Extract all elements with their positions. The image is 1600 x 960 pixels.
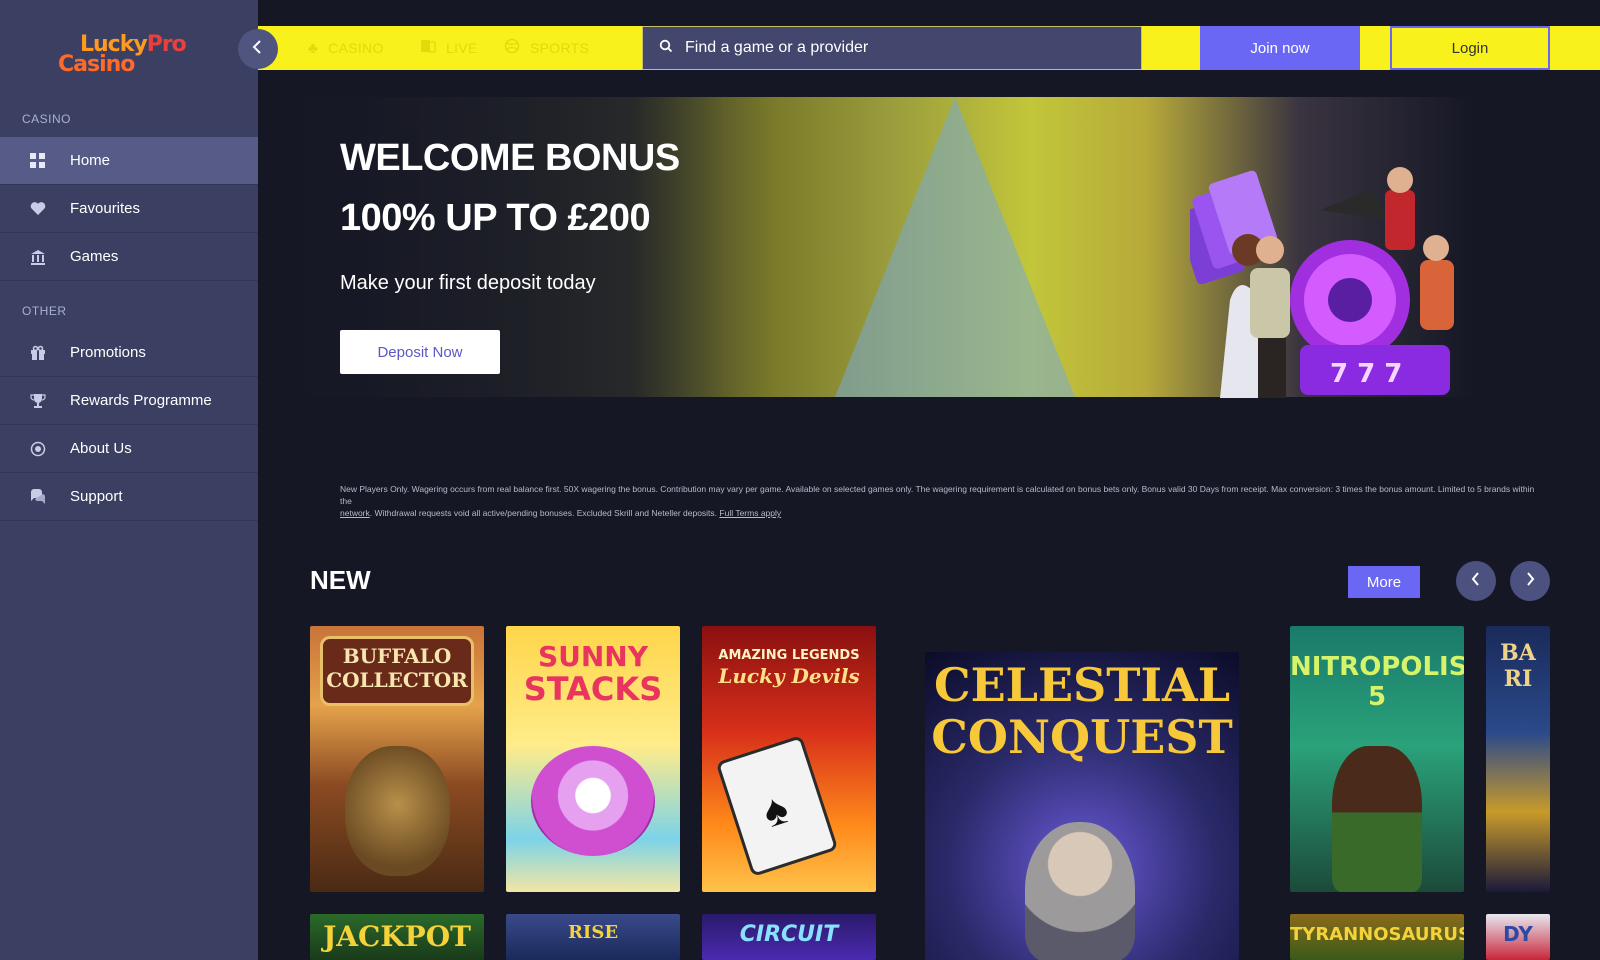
building-icon: [30, 249, 46, 265]
heart-icon: [30, 201, 46, 217]
chevron-left-icon: [252, 39, 264, 59]
banner-subtitle: Make your first deposit today: [340, 272, 596, 294]
tab-sports[interactable]: SPORTS: [504, 26, 589, 70]
chat-icon: [30, 488, 46, 505]
banner-title: WELCOME BONUS 100% UP TO £200: [340, 128, 680, 248]
join-now-button[interactable]: Join now: [1200, 26, 1360, 70]
game-card-lucky-devils[interactable]: AMAZING LEGENDS Lucky Devils ♠: [702, 626, 876, 892]
network-link[interactable]: network: [340, 508, 370, 518]
banner-light-beam: [835, 97, 1075, 397]
banner-title-line1: WELCOME BONUS: [340, 137, 680, 179]
carousel-prev-button[interactable]: [1456, 561, 1496, 601]
ball-icon: [504, 38, 520, 58]
zeus-illustration: [1025, 822, 1135, 960]
full-terms-link[interactable]: Full Terms apply: [719, 508, 781, 518]
banner-characters-illustration: 7 7 7: [1190, 167, 1454, 398]
sidebar-item-support[interactable]: Support: [0, 473, 258, 521]
chevron-right-icon: [1525, 571, 1535, 591]
deposit-now-button[interactable]: Deposit Now: [340, 330, 500, 374]
sidebar-item-label: About Us: [70, 440, 132, 457]
sidebar-item-label: Home: [70, 152, 111, 169]
carousel-next-button[interactable]: [1510, 561, 1550, 601]
sidebar-item-label: Support: [70, 488, 123, 505]
tab-live-label: LIVE: [446, 40, 478, 56]
live-cards-icon: [420, 38, 436, 58]
game-card-celestial-conquest[interactable]: CELESTIAL CONQUEST: [925, 652, 1239, 960]
login-button[interactable]: Login: [1390, 26, 1550, 70]
pearl-shell-illustration: [531, 746, 655, 856]
game-card-circuit[interactable]: CIRCUIT: [702, 914, 876, 960]
section-title-new: NEW: [310, 565, 371, 595]
sidebar-item-label: Favourites: [70, 200, 141, 217]
buffalo-illustration: [345, 746, 450, 876]
info-circle-icon: [30, 441, 46, 457]
sidebar-item-label: Promotions: [70, 344, 146, 361]
game-card-partial[interactable]: BA RI: [1486, 626, 1550, 892]
search-icon: [659, 39, 673, 58]
tab-live[interactable]: LIVE: [420, 26, 478, 70]
sidebar-item-label: Rewards Programme: [70, 392, 212, 409]
sidebar-item-home[interactable]: Home: [0, 137, 258, 185]
section-label-other: OTHER: [22, 304, 67, 318]
sidebar-item-label: Games: [70, 248, 119, 265]
chevron-left-icon: [1471, 571, 1481, 591]
gift-icon: [30, 345, 46, 361]
search-box: [642, 26, 1142, 70]
casino-logo[interactable]: LuckyPro Casino: [56, 30, 206, 80]
search-input[interactable]: [685, 39, 1105, 57]
dog-soldier-illustration: [1332, 746, 1422, 892]
sidebar: LuckyPro Casino CASINO Home Favourites G…: [0, 0, 258, 960]
game-card-nitropolis-5[interactable]: NITROPOLIS 5: [1290, 626, 1464, 892]
game-card-rise[interactable]: RISE: [506, 914, 680, 960]
banner-title-line2: 100% UP TO £200: [340, 197, 651, 239]
game-card-buffalo-collector[interactable]: BUFFALO COLLECTOR: [310, 626, 484, 892]
section-label-casino: CASINO: [22, 112, 72, 126]
club-icon: ♣: [308, 39, 319, 57]
tab-casino[interactable]: ♣ CASINO: [308, 26, 384, 70]
logo-word-casino: Casino: [58, 52, 135, 77]
logo-word-pro: Pro: [146, 32, 187, 57]
collapse-sidebar-button[interactable]: [238, 29, 278, 69]
tab-sports-label: SPORTS: [530, 40, 590, 56]
sidebar-item-games[interactable]: Games: [0, 233, 258, 281]
sidebar-item-favourites[interactable]: Favourites: [0, 185, 258, 233]
svg-text:7 7 7: 7 7 7: [1330, 359, 1402, 389]
more-button[interactable]: More: [1348, 566, 1420, 598]
sidebar-item-about[interactable]: About Us: [0, 425, 258, 473]
terms-text: New Players Only. Wagering occurs from r…: [340, 484, 1535, 518]
grid-icon: [30, 152, 46, 169]
game-card-partial-2[interactable]: DY: [1486, 914, 1550, 960]
sidebar-item-promotions[interactable]: Promotions: [0, 329, 258, 377]
game-card-sunny-stacks[interactable]: SUNNY STACKS: [506, 626, 680, 892]
game-card-tyrannosaurus[interactable]: TYRANNOSAURUS: [1290, 914, 1464, 960]
sidebar-item-rewards[interactable]: Rewards Programme: [0, 377, 258, 425]
game-card-jackpot[interactable]: JACKPOT: [310, 914, 484, 960]
tab-casino-label: CASINO: [328, 40, 384, 56]
trophy-icon: [30, 393, 46, 409]
